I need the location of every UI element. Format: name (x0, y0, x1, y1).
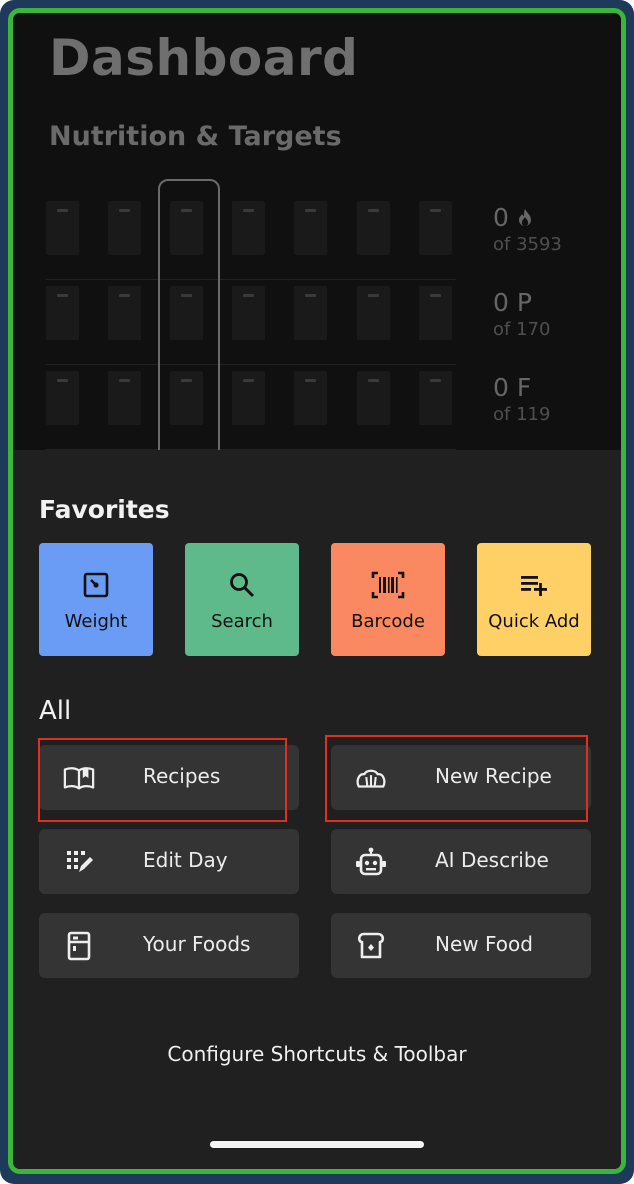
grid-cell (46, 371, 79, 425)
grid-cell (108, 371, 141, 425)
search-button[interactable]: Search (185, 543, 299, 656)
fat-value: 0 F (493, 373, 532, 402)
protein-value: 0 P (493, 288, 532, 317)
flame-icon (518, 209, 531, 227)
page-title: Dashboard (49, 29, 359, 87)
new-food-button[interactable]: New Food (331, 913, 591, 978)
configure-shortcuts-button[interactable]: Configure Shortcuts & Toolbar (13, 1042, 621, 1066)
fat-target: 0 F of 119 (493, 373, 550, 425)
edit-day-icon (67, 851, 93, 872)
grid-cell (357, 201, 390, 255)
grid-cell (232, 371, 265, 425)
protein-target: 0 P of 170 (493, 288, 550, 340)
grid-cell (357, 286, 390, 340)
edit-day-button[interactable]: Edit Day (39, 829, 299, 894)
edit-day-label: Edit Day (143, 848, 228, 872)
favorites-title: Favorites (39, 495, 170, 524)
calorie-target: 0 of 3593 (493, 203, 562, 255)
calorie-target-value: of 3593 (493, 234, 562, 255)
foods-list-icon (67, 931, 91, 961)
app-screen: Dashboard Nutrition & Targets 0 of 3593 … (13, 13, 621, 1169)
ai-describe-button[interactable]: AI Describe (331, 829, 591, 894)
grid-cell (108, 201, 141, 255)
grid-cell (294, 371, 327, 425)
ai-describe-label: AI Describe (435, 848, 549, 872)
quick-add-label: Quick Add (488, 611, 580, 632)
grid-cell (419, 286, 452, 340)
shortcuts-sheet: Favorites Weight Search Barcode Quick Ad… (13, 450, 621, 1169)
your-foods-label: Your Foods (143, 932, 251, 956)
your-foods-button[interactable]: Your Foods (39, 913, 299, 978)
all-title: All (39, 696, 72, 726)
grid-row (46, 280, 456, 365)
barcode-button[interactable]: Barcode (331, 543, 445, 656)
new-food-label: New Food (435, 932, 533, 956)
weight-button[interactable]: Weight (39, 543, 153, 656)
calorie-value: 0 (493, 203, 509, 232)
grid-cell (419, 371, 452, 425)
grid-cell (294, 286, 327, 340)
grid-cell (108, 286, 141, 340)
weight-label: Weight (64, 611, 128, 632)
quick-add-button[interactable]: Quick Add (477, 543, 591, 656)
fat-target-value: of 119 (493, 404, 551, 425)
grid-row (46, 365, 456, 450)
grid-cell (46, 201, 79, 255)
new-recipe-highlight-box (325, 735, 588, 822)
grid-cell (419, 201, 452, 255)
grid-cell (357, 371, 390, 425)
grid-row (46, 195, 456, 280)
scale-icon (83, 572, 109, 598)
grid-cell (46, 286, 79, 340)
grid-cell (232, 286, 265, 340)
current-day-highlight (158, 179, 220, 473)
grid-cell (232, 201, 265, 255)
device-frame: Dashboard Nutrition & Targets 0 of 3593 … (0, 0, 634, 1184)
search-label: Search (211, 611, 273, 632)
grid-cell (294, 201, 327, 255)
screen-border: Dashboard Nutrition & Targets 0 of 3593 … (8, 8, 626, 1174)
barcode-icon (371, 571, 405, 599)
home-indicator[interactable] (210, 1141, 424, 1148)
search-icon (230, 573, 255, 598)
protein-target-value: of 170 (493, 319, 551, 340)
section-subtitle: Nutrition & Targets (49, 121, 342, 152)
recipes-highlight-box (38, 738, 287, 822)
robot-icon (356, 847, 386, 876)
quick-add-icon (521, 576, 547, 596)
barcode-label: Barcode (351, 611, 425, 632)
new-food-icon (357, 932, 385, 959)
